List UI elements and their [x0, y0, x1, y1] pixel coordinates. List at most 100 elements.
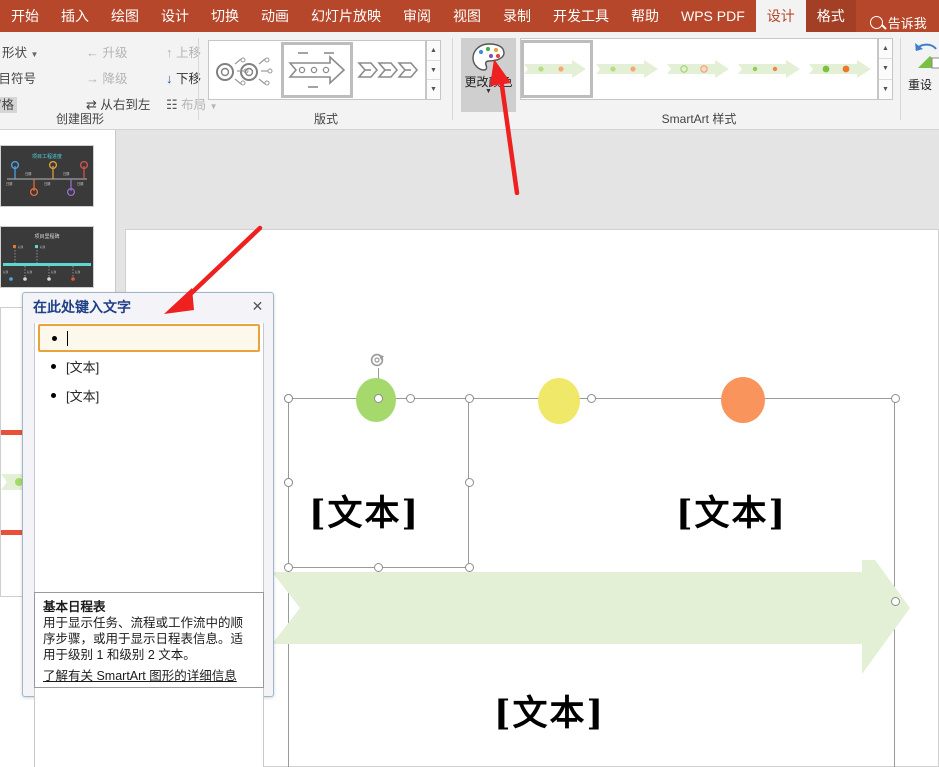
svg-text:标题: 标题 [27, 270, 33, 274]
layout-thumb-chevrons-icon [357, 59, 421, 81]
shape-handle-se[interactable] [465, 563, 474, 572]
tell-me-label: 告诉我 [888, 13, 927, 32]
text-pane-title: 在此处键入文字 [23, 293, 273, 320]
style-thumb-gradient-icon [809, 59, 875, 79]
svg-text:标题: 标题 [18, 245, 24, 249]
arrow-up-icon: ↑ [166, 45, 173, 60]
group-smartart-styles: 更改颜色 ▼ [458, 32, 898, 130]
resize-handle-e[interactable] [891, 597, 900, 606]
slide-thumbnail-2[interactable]: 项目里程碑 标题标题 标题标题 标题标题 [0, 226, 94, 288]
resize-handle-ne[interactable] [891, 394, 900, 403]
tab-animations[interactable]: 动画 [250, 0, 300, 32]
smartart-shape-selection-frame[interactable] [288, 398, 469, 568]
group-label-layouts: 版式 [206, 110, 446, 127]
bullet-text-2: [文本] [66, 386, 99, 405]
arrow-down-icon: ↓ [166, 71, 173, 86]
more-layouts-icon[interactable]: ▼ [427, 80, 440, 99]
text-pane-bullet-list[interactable]: [文本] [文本] [34, 323, 264, 767]
smartart-style-0-selected[interactable] [521, 40, 593, 98]
smartart-style-3[interactable] [735, 40, 806, 98]
move-up-button[interactable]: ↑ 上移 [166, 42, 201, 61]
tab-draw[interactable]: 绘图 [100, 0, 150, 32]
smartart-label-2[interactable]: [文本] [676, 485, 787, 536]
scroll-down-icon[interactable]: ▼ [427, 61, 440, 81]
layout-thumb-circles-icon [213, 53, 277, 87]
layout-thumb-timeline-icon [286, 47, 348, 93]
change-color-button[interactable]: 更改颜色 ▼ [461, 38, 516, 112]
smartart-style-4[interactable] [806, 40, 877, 98]
tab-smartart-design[interactable]: 设计 [756, 0, 806, 32]
slide-thumbnail-1[interactable]: 项目工程进度 日期日期 日期日期日期 [0, 145, 94, 207]
shape-handle-sw[interactable] [284, 563, 293, 572]
search-icon [870, 16, 883, 29]
tab-help[interactable]: 帮助 [620, 0, 670, 32]
tab-insert[interactable]: 插入 [50, 0, 100, 32]
tab-view[interactable]: 视图 [442, 0, 492, 32]
scroll-up-icon[interactable]: ▲ [427, 41, 440, 61]
smartart-text-pane[interactable]: 在此处键入文字 ✕ [文本] [文本] 基本日程表 用于显示任务、流程或工作流中… [22, 292, 274, 697]
shape-handle-s[interactable] [374, 563, 383, 572]
bullet-button[interactable]: 项目符号 [0, 68, 36, 87]
tab-developer[interactable]: 开发工具 [542, 0, 620, 32]
reset-graphic-label: 重设 [908, 76, 932, 93]
smartart-arrow-graphic[interactable] [272, 560, 912, 680]
group-label-create-graphic: 创建图形 [0, 110, 196, 127]
promote-button[interactable]: ← 升级 [86, 42, 128, 61]
svg-text:标题: 标题 [40, 245, 46, 249]
group-create-graphic: 形状 ▼ ← 升级 ↑ 上移 项目符号 → 降级 ↓ 下移 窗格 ⇄ 从右到左 [0, 32, 200, 130]
layout-option-0[interactable] [209, 42, 281, 98]
shape-handle-e[interactable] [465, 478, 474, 487]
rotate-handle-icon[interactable] [370, 352, 386, 368]
resize-handle-n[interactable] [406, 394, 415, 403]
layout-option-2[interactable] [353, 42, 425, 98]
shape-handle-nw[interactable] [284, 394, 293, 403]
smartart-styles-scroll-spinner[interactable]: ▲ ▼ ▼ [878, 38, 893, 100]
layouts-gallery[interactable] [208, 40, 426, 100]
text-caret [67, 331, 68, 346]
more-styles-icon[interactable]: ▼ [879, 80, 892, 99]
chevron-down-icon: ▼ [31, 50, 39, 59]
orange-milestone[interactable] [721, 377, 765, 423]
move-down-button[interactable]: ↓ 下移 [166, 68, 201, 87]
yellow-milestone[interactable] [538, 378, 580, 424]
resize-handle-n2[interactable] [587, 394, 596, 403]
shape-handle-w[interactable] [284, 478, 293, 487]
layout-option-1-selected[interactable] [281, 42, 353, 98]
reset-graphic-button[interactable] [912, 40, 939, 75]
smartart-style-2[interactable] [664, 40, 735, 98]
scroll-up-icon[interactable]: ▲ [879, 39, 892, 59]
tab-slideshow[interactable]: 幻灯片放映 [300, 0, 392, 32]
tab-smartart-format[interactable]: 格式 [806, 0, 856, 32]
layouts-scroll-spinner[interactable]: ▲ ▼ ▼ [426, 40, 441, 100]
chevron-down-icon: ▼ [485, 89, 492, 94]
smartart-styles-gallery[interactable] [520, 38, 878, 100]
bullet-dot-icon [51, 393, 56, 398]
tell-me-box[interactable]: 告诉我 [856, 13, 927, 32]
bullet-item-2[interactable]: [文本] [35, 381, 263, 410]
tab-design[interactable]: 设计 [150, 0, 200, 32]
bullet-dot-icon [52, 336, 57, 341]
promote-label: 升级 [102, 46, 127, 60]
create-shape-button[interactable]: 形状 ▼ [2, 42, 38, 61]
tab-transitions[interactable]: 切换 [200, 0, 250, 32]
group-label-smartart-styles: SmartArt 样式 [520, 110, 878, 127]
description-heading: 基本日程表 [43, 600, 106, 614]
shape-handle-n[interactable] [374, 394, 383, 403]
smartart-label-3[interactable]: [文本] [494, 685, 605, 736]
shape-handle-ne[interactable] [465, 394, 474, 403]
smartart-style-1[interactable] [593, 40, 664, 98]
tab-wps-pdf[interactable]: WPS PDF [670, 0, 756, 32]
ribbon-tab-bar: 开始 插入 绘图 设计 切换 动画 幻灯片放映 审阅 视图 录制 开发工具 帮助… [0, 0, 939, 32]
bullet-item-1[interactable]: [文本] [35, 352, 263, 381]
close-icon[interactable]: ✕ [248, 297, 267, 316]
scroll-down-icon[interactable]: ▼ [879, 59, 892, 79]
tab-start[interactable]: 开始 [0, 0, 50, 32]
description-link[interactable]: 了解有关 SmartArt 图形的详细信息 [43, 668, 237, 684]
demote-button[interactable]: → 降级 [86, 68, 128, 87]
style-thumb-inset-icon [596, 59, 662, 79]
ribbon-body: 形状 ▼ ← 升级 ↑ 上移 项目符号 → 降级 ↓ 下移 窗格 ⇄ 从右到左 [0, 32, 939, 130]
bullet-item-0[interactable] [38, 324, 260, 352]
smartart-label-1[interactable]: [文本] [309, 485, 420, 536]
tab-review[interactable]: 审阅 [392, 0, 442, 32]
tab-record[interactable]: 录制 [492, 0, 542, 32]
